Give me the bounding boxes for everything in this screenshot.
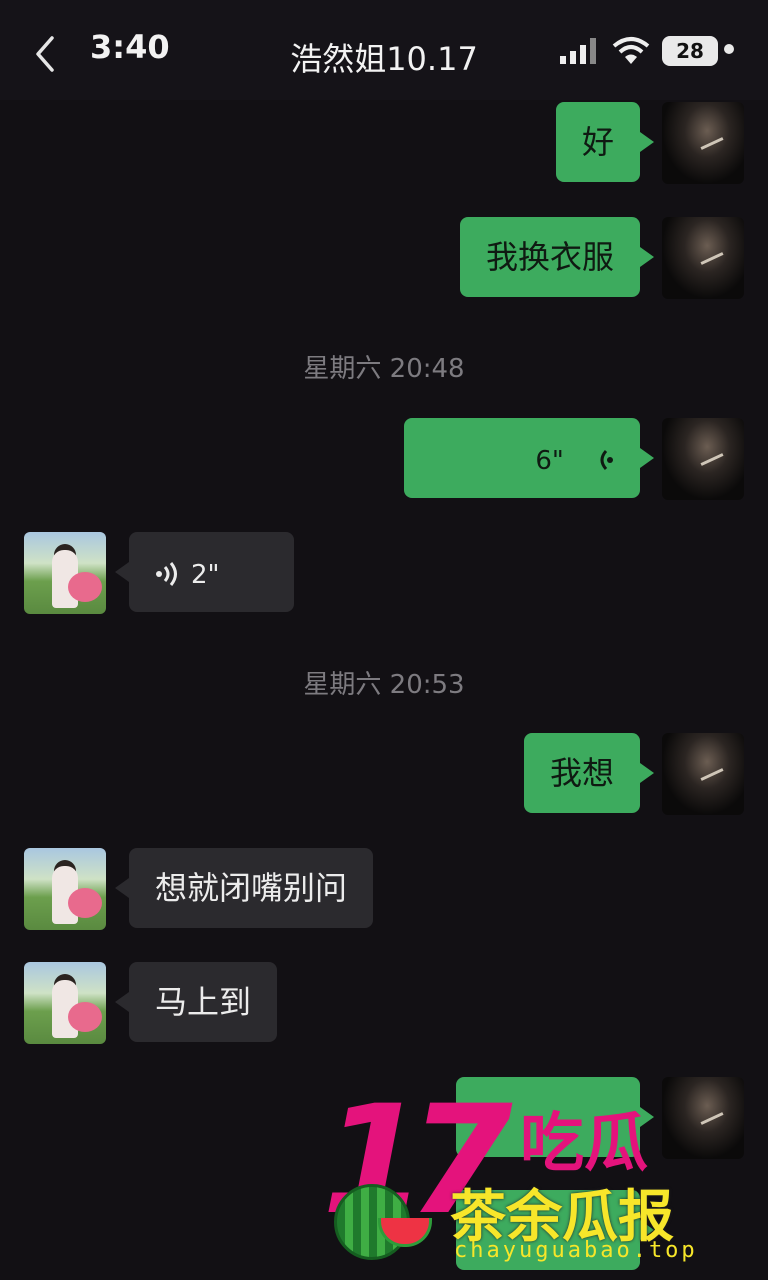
- my-avatar[interactable]: [662, 733, 744, 815]
- message-timestamp: 星期六 20:53: [303, 670, 465, 700]
- message-timestamp: 星期六 20:48: [303, 354, 465, 384]
- watermark-chi: 吃瓜: [520, 1107, 648, 1181]
- voice-duration: 6": [535, 446, 564, 476]
- my-avatar[interactable]: [662, 418, 744, 500]
- battery-indicator: 28: [662, 36, 718, 66]
- message-bubble-received[interactable]: 想就闭嘴别问: [114, 848, 374, 928]
- watermark-url: chayuguabao.top: [454, 1238, 698, 1263]
- chat-title: 浩然姐10.17: [290, 40, 478, 78]
- message-bubble-sent[interactable]: 我换衣服: [459, 217, 655, 297]
- my-avatar[interactable]: [662, 217, 744, 299]
- contact-avatar[interactable]: [24, 848, 106, 930]
- voice-wave-icon: [600, 450, 613, 470]
- voice-wave-icon: [156, 562, 177, 586]
- voice-message-sent[interactable]: 6": [404, 418, 654, 498]
- contact-avatar[interactable]: [24, 962, 106, 1044]
- voice-duration: 2": [191, 560, 220, 590]
- voice-message-received[interactable]: 2": [115, 532, 294, 612]
- message-bubble-received[interactable]: 马上到: [114, 962, 278, 1042]
- wifi-icon: [612, 37, 650, 64]
- chat-header: 3:40 浩然姐10.17 28: [0, 0, 768, 100]
- contact-avatar[interactable]: [24, 532, 106, 614]
- message-bubble-sent[interactable]: 我想: [523, 733, 655, 813]
- message-bubble-sent[interactable]: 好: [555, 102, 655, 182]
- my-avatar[interactable]: [662, 102, 744, 184]
- signal-icon: [560, 38, 596, 64]
- watermark-logo: 17 吃瓜 茶余瓜报 chayuguabao.top: [316, 1086, 768, 1280]
- more-dot-icon[interactable]: [724, 44, 734, 54]
